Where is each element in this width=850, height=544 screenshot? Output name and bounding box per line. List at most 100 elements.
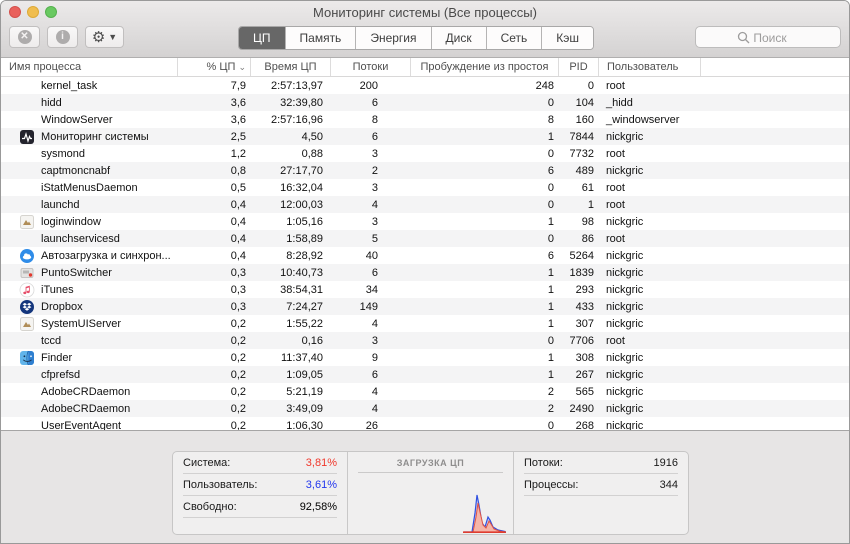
cpu-percent-cell: 3,6 xyxy=(178,97,251,109)
threads-cell: 6 xyxy=(331,131,411,143)
idle-wakeups-cell: 1 xyxy=(411,131,559,143)
column-header-idle-wakeups[interactable]: Пробуждение из простоя xyxy=(411,58,559,76)
threads-cell: 3 xyxy=(331,335,411,347)
idle-wakeups-cell: 1 xyxy=(411,216,559,228)
table-row[interactable]: AdobeCRDaemon 0,2 3:49,09 4 2 2490 nickg… xyxy=(1,400,849,417)
table-row[interactable]: WindowServer 3,6 2:57:16,96 8 8 160 _win… xyxy=(1,111,849,128)
search-input[interactable] xyxy=(696,27,844,49)
cpu-percent-cell: 1,2 xyxy=(178,148,251,160)
user-cell: root xyxy=(599,148,701,160)
pid-cell: 489 xyxy=(559,165,599,177)
cloud-icon xyxy=(19,248,35,264)
table-row[interactable]: PuntoSwitcher 0,3 10:40,73 6 1 1839 nick… xyxy=(1,264,849,281)
window-chrome: Мониторинг системы (Все процессы) ✕ i ⚙ … xyxy=(1,1,849,58)
table-row[interactable]: Finder 0,2 11:37,40 9 1 308 nickgric xyxy=(1,349,849,366)
cpu-percent-cell: 0,4 xyxy=(178,199,251,211)
process-icon xyxy=(19,197,35,213)
quit-process-button[interactable]: ✕ xyxy=(9,26,40,48)
column-header-cputime[interactable]: Время ЦП xyxy=(251,58,331,76)
tab-Энергия[interactable]: Энергия xyxy=(356,27,431,49)
threads-cell: 6 xyxy=(331,369,411,381)
cpu-load-section: ЗАГРУЗКА ЦП xyxy=(347,452,514,534)
toolbar: ✕ i ⚙ ▼ ЦППамятьЭнергияДискСетьКэш xyxy=(1,23,849,57)
inspect-process-button[interactable]: i xyxy=(47,26,78,48)
cpu-time-cell: 2:57:16,96 xyxy=(251,114,331,126)
table-row[interactable]: Dropbox 0,3 7:24,27 149 1 433 nickgric xyxy=(1,298,849,315)
process-icon xyxy=(19,384,35,400)
idle-value: 92,58% xyxy=(300,501,337,513)
cpu-percent-cell: 0,2 xyxy=(178,335,251,347)
threads-cell: 4 xyxy=(331,199,411,211)
process-name: loginwindow xyxy=(41,216,101,228)
process-icon xyxy=(19,78,35,94)
threads-cell: 9 xyxy=(331,352,411,364)
threads-cell: 149 xyxy=(331,301,411,313)
table-row[interactable]: Автозагрузка и синхрон... 0,4 8:28,92 40… xyxy=(1,247,849,264)
table-row[interactable]: hidd 3,6 32:39,80 6 0 104 _hidd xyxy=(1,94,849,111)
tab-Диск[interactable]: Диск xyxy=(432,27,487,49)
column-header-user[interactable]: Пользователь xyxy=(599,58,701,76)
table-row[interactable]: loginwindow 0,4 1:05,16 3 1 98 nickgric xyxy=(1,213,849,230)
process-icon xyxy=(19,95,35,111)
process-name: kernel_task xyxy=(41,80,97,92)
cpu-percent-cell: 0,2 xyxy=(178,386,251,398)
idle-wakeups-cell: 1 xyxy=(411,284,559,296)
idle-wakeups-cell: 0 xyxy=(411,335,559,347)
table-row[interactable]: kernel_task 7,9 2:57:13,97 200 248 0 roo… xyxy=(1,77,849,94)
column-header-threads[interactable]: Потоки xyxy=(331,58,411,76)
idle-wakeups-cell: 0 xyxy=(411,97,559,109)
table-row[interactable]: AdobeCRDaemon 0,2 5:21,19 4 2 565 nickgr… xyxy=(1,383,849,400)
search-field[interactable] xyxy=(695,26,841,48)
idle-wakeups-cell: 2 xyxy=(411,403,559,415)
idle-wakeups-cell: 0 xyxy=(411,182,559,194)
generic-app-icon xyxy=(19,316,35,332)
table-row[interactable]: Мониторинг системы 2,5 4,50 6 1 7844 nic… xyxy=(1,128,849,145)
pid-cell: 5264 xyxy=(559,250,599,262)
process-name: AdobeCRDaemon xyxy=(41,386,130,398)
settings-menu-button[interactable]: ⚙ ▼ xyxy=(85,26,124,48)
table-row[interactable]: sysmond 1,2 0,88 3 0 7732 root xyxy=(1,145,849,162)
cpu-percent-cell: 0,2 xyxy=(178,403,251,415)
tab-Память[interactable]: Память xyxy=(286,27,357,49)
process-table-body: kernel_task 7,9 2:57:13,97 200 248 0 roo… xyxy=(1,77,849,434)
process-name: launchd xyxy=(41,199,80,211)
titlebar[interactable]: Мониторинг системы (Все процессы) xyxy=(1,1,849,23)
stat-user: Пользователь: 3,61% xyxy=(183,474,337,496)
stat-idle: Свободно: 92,58% xyxy=(183,496,337,518)
tab-ЦП[interactable]: ЦП xyxy=(239,27,286,49)
process-name: captmoncnabf xyxy=(41,165,110,177)
table-row[interactable]: iStatMenusDaemon 0,5 16:32,04 3 0 61 roo… xyxy=(1,179,849,196)
user-value: 3,61% xyxy=(306,479,337,491)
activity-monitor-window: Мониторинг системы (Все процессы) ✕ i ⚙ … xyxy=(0,0,850,544)
tab-Сеть[interactable]: Сеть xyxy=(487,27,543,49)
pid-cell: 307 xyxy=(559,318,599,330)
pid-cell: 1839 xyxy=(559,267,599,279)
pid-cell: 2490 xyxy=(559,403,599,415)
table-row[interactable]: iTunes 0,3 38:54,31 34 1 293 nickgric xyxy=(1,281,849,298)
column-header-pid[interactable]: PID xyxy=(559,58,599,76)
process-name: Dropbox xyxy=(41,301,83,313)
processes-total-value: 344 xyxy=(660,479,678,491)
cpu-time-cell: 5:21,19 xyxy=(251,386,331,398)
cpu-percent-cell: 7,9 xyxy=(178,80,251,92)
stat-system: Система: 3,81% xyxy=(183,452,337,474)
pid-cell: 160 xyxy=(559,114,599,126)
tab-Кэш[interactable]: Кэш xyxy=(542,27,593,49)
stat-threads: Потоки: 1916 xyxy=(524,452,678,474)
table-row[interactable]: captmoncnabf 0,8 27:17,70 2 6 489 nickgr… xyxy=(1,162,849,179)
idle-wakeups-cell: 1 xyxy=(411,301,559,313)
cpu-time-cell: 3:49,09 xyxy=(251,403,331,415)
pid-cell: 1 xyxy=(559,199,599,211)
user-cell: root xyxy=(599,80,701,92)
table-row[interactable]: cfprefsd 0,2 1:09,05 6 1 267 nickgric xyxy=(1,366,849,383)
cpu-time-cell: 1:58,89 xyxy=(251,233,331,245)
column-header-empty xyxy=(701,58,849,76)
table-row[interactable]: launchd 0,4 12:00,03 4 0 1 root xyxy=(1,196,849,213)
table-row[interactable]: SystemUIServer 0,2 1:55,22 4 1 307 nickg… xyxy=(1,315,849,332)
table-row[interactable]: launchservicesd 0,4 1:58,89 5 0 86 root xyxy=(1,230,849,247)
column-header-name[interactable]: Имя процесса xyxy=(1,58,178,76)
table-row[interactable]: tccd 0,2 0,16 3 0 7706 root xyxy=(1,332,849,349)
column-header-cpu[interactable]: % ЦП ⌄ xyxy=(178,58,251,76)
user-cell: nickgric xyxy=(599,403,701,415)
cpu-percent-cell: 0,2 xyxy=(178,352,251,364)
